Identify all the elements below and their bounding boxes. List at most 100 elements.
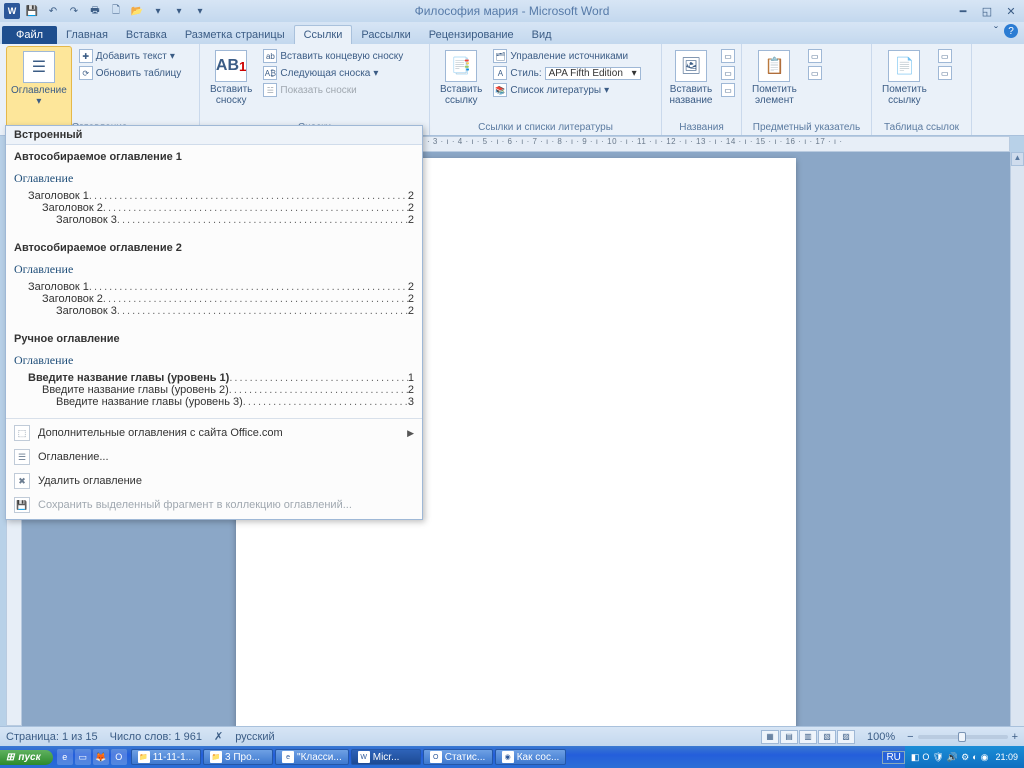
- ribbon-minimize-icon[interactable]: ˇ: [994, 24, 998, 38]
- task-word[interactable]: WMicr...: [351, 749, 421, 765]
- ribbon-tabs: Файл Главная Вставка Разметка страницы С…: [0, 22, 1024, 44]
- index-extra-1[interactable]: ▭: [805, 48, 825, 64]
- tab-file[interactable]: Файл: [2, 26, 57, 44]
- tab-view[interactable]: Вид: [523, 26, 561, 44]
- ql-opera-icon[interactable]: O: [111, 749, 127, 765]
- toc-more-office[interactable]: ⬚Дополнительные оглавления с сайта Offic…: [6, 421, 422, 445]
- toc-manual-preview[interactable]: Оглавление Введите название главы (урове…: [6, 347, 422, 418]
- toc-auto2-preview[interactable]: Оглавление Заголовок 1..................…: [6, 256, 422, 327]
- tray-icon[interactable]: O: [922, 752, 929, 762]
- folder-icon: 📁: [210, 751, 222, 763]
- help-icon[interactable]: ?: [1004, 24, 1018, 38]
- title-bar: W 💾 ↶ ↷ 🖶 🗋 📂 ▾ ▾ ▾ Философия мария - Mi…: [0, 0, 1024, 22]
- web-layout-view-icon[interactable]: ▥: [799, 730, 817, 744]
- open-icon[interactable]: 📂: [128, 2, 146, 20]
- group-toa-label: Таблица ссылок: [872, 122, 971, 133]
- language-indicator[interactable]: RU: [882, 751, 904, 764]
- minimize-button[interactable]: ━: [954, 4, 972, 18]
- bibliography-button[interactable]: 📚Список литературы ▾: [490, 82, 643, 98]
- maximize-button[interactable]: ◱: [978, 4, 996, 18]
- task-5[interactable]: OСтатис...: [423, 749, 493, 765]
- status-language[interactable]: русский: [235, 731, 274, 743]
- bibliography-icon: 📚: [493, 83, 507, 97]
- manage-sources-icon: 🗂: [493, 49, 507, 63]
- proofing-icon[interactable]: ✗: [214, 730, 223, 743]
- print-layout-view-icon[interactable]: ▦: [761, 730, 779, 744]
- zoom-thumb[interactable]: [958, 732, 966, 742]
- add-text-button[interactable]: ✚Добавить текст ▾: [76, 48, 185, 64]
- toa-extra-1[interactable]: ▭: [935, 48, 955, 64]
- toc-save-selection: 💾Сохранить выделенный фрагмент в коллекц…: [6, 493, 422, 517]
- tray-icon[interactable]: 🛡: [932, 752, 943, 763]
- qat-more-1-icon[interactable]: ▾: [149, 2, 167, 20]
- draft-view-icon[interactable]: ▨: [837, 730, 855, 744]
- toa-extra-2[interactable]: ▭: [935, 65, 955, 81]
- toc-custom[interactable]: ☰Оглавление...: [6, 445, 422, 469]
- save-selection-icon: 💾: [14, 497, 30, 513]
- start-button[interactable]: ⊞пуск: [0, 750, 53, 765]
- toc-remove[interactable]: ✖Удалить оглавление: [6, 469, 422, 493]
- tray-icon[interactable]: 🔊: [947, 752, 958, 763]
- toc-dialog-icon: ☰: [14, 449, 30, 465]
- qat-customize-icon[interactable]: ▾: [191, 2, 209, 20]
- zoom-level[interactable]: 100%: [867, 731, 895, 743]
- close-button[interactable]: ✕: [1002, 4, 1020, 18]
- extra-icon: ▭: [721, 83, 735, 97]
- chevron-down-icon: ▾: [632, 68, 637, 79]
- redo-icon[interactable]: ↷: [65, 2, 83, 20]
- save-icon[interactable]: 💾: [23, 2, 41, 20]
- manage-sources-button[interactable]: 🗂Управление источниками: [490, 48, 643, 64]
- horizontal-ruler[interactable]: · 3 · ı · 4 · ı · 5 · ı · 6 · ı · 7 · ı …: [420, 136, 1010, 152]
- task-3[interactable]: e"Класси...: [275, 749, 349, 765]
- tab-references[interactable]: Ссылки: [294, 25, 353, 44]
- tray-icon[interactable]: ◉: [981, 752, 989, 763]
- toc-auto1-preview[interactable]: Оглавление Заголовок 1..................…: [6, 165, 422, 236]
- scroll-up-icon[interactable]: ▲: [1011, 152, 1024, 166]
- ql-ie-icon[interactable]: e: [57, 749, 73, 765]
- update-table-button[interactable]: ⟳Обновить таблицу: [76, 65, 185, 81]
- toc-auto1-label[interactable]: Автособираемое оглавление 1: [6, 145, 422, 165]
- vertical-scrollbar[interactable]: ▲: [1010, 152, 1024, 726]
- footnote-icon: AB1: [215, 50, 247, 82]
- zoom-in-icon[interactable]: +: [1012, 731, 1018, 743]
- reading-view-icon[interactable]: ▤: [780, 730, 798, 744]
- tab-layout[interactable]: Разметка страницы: [176, 26, 294, 44]
- status-words[interactable]: Число слов: 1 961: [110, 731, 202, 743]
- outline-view-icon[interactable]: ▧: [818, 730, 836, 744]
- tab-review[interactable]: Рецензирование: [420, 26, 523, 44]
- insert-endnote-button[interactable]: abВставить концевую сноску: [260, 48, 406, 64]
- tray-icon[interactable]: ⚙: [961, 752, 969, 763]
- group-index-label: Предметный указатель: [742, 122, 871, 133]
- tab-mailings[interactable]: Рассылки: [352, 26, 419, 44]
- toc-auto2-label[interactable]: Автособираемое оглавление 2: [6, 236, 422, 256]
- citation-style-select[interactable]: AСтиль: APA Fifth Edition▾: [490, 65, 643, 81]
- group-citations-label: Ссылки и списки литературы: [430, 122, 661, 133]
- task-1[interactable]: 📁11-11-1...: [131, 749, 201, 765]
- taskbar-clock[interactable]: 21:09: [995, 752, 1018, 762]
- new-doc-icon[interactable]: 🗋: [107, 2, 125, 20]
- tray-icon[interactable]: ◐: [972, 752, 977, 762]
- status-page[interactable]: Страница: 1 из 15: [6, 731, 98, 743]
- task-2[interactable]: 📁3 Про...: [203, 749, 273, 765]
- windows-taskbar: ⊞пуск e ▭ 🦊 O 📁11-11-1... 📁3 Про... e"Кл…: [0, 746, 1024, 768]
- ql-firefox-icon[interactable]: 🦊: [93, 749, 109, 765]
- caption-extra-3[interactable]: ▭: [718, 82, 738, 98]
- toc-manual-label[interactable]: Ручное оглавление: [6, 327, 422, 347]
- ql-desktop-icon[interactable]: ▭: [75, 749, 91, 765]
- undo-icon[interactable]: ↶: [44, 2, 62, 20]
- zoom-out-icon[interactable]: −: [907, 731, 913, 743]
- caption-extra-2[interactable]: ▭: [718, 65, 738, 81]
- qat-more-2-icon[interactable]: ▾: [170, 2, 188, 20]
- caption-extra-1[interactable]: ▭: [718, 48, 738, 64]
- index-extra-2[interactable]: ▭: [805, 65, 825, 81]
- tab-insert[interactable]: Вставка: [117, 26, 176, 44]
- print-icon[interactable]: 🖶: [86, 2, 104, 20]
- task-6[interactable]: ◉Как сос...: [495, 749, 567, 765]
- tab-home[interactable]: Главная: [57, 26, 117, 44]
- zoom-slider[interactable]: − +: [907, 731, 1018, 743]
- tray-icon[interactable]: ◧: [911, 752, 920, 763]
- next-footnote-button[interactable]: A₿Следующая сноска ▾: [260, 65, 406, 81]
- word-app-icon[interactable]: W: [4, 3, 20, 19]
- opera-icon: O: [430, 751, 442, 763]
- refresh-icon: ⟳: [79, 66, 93, 80]
